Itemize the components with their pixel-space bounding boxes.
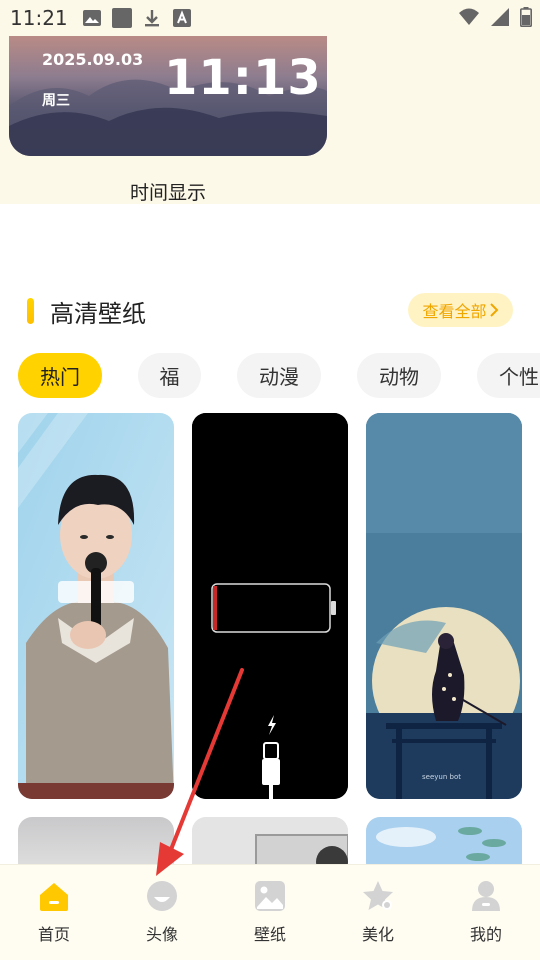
home-icon: [40, 883, 68, 911]
wallpaper-icon: [255, 881, 285, 911]
widget-weekday: 周三: [42, 93, 70, 109]
square-icon: [112, 8, 132, 28]
section-title: 高清壁纸: [50, 300, 146, 328]
battery-icon: [520, 7, 532, 27]
signal-icon: [491, 8, 509, 26]
widget-date: 2025.09.03: [42, 50, 144, 69]
widget-time: 11:13: [164, 50, 322, 106]
notification-icons: [82, 8, 192, 28]
status-bar: 11:21: [0, 0, 540, 36]
tab-animals[interactable]: 动物: [357, 353, 441, 398]
tab-personal[interactable]: 个性: [477, 353, 540, 398]
star-icon: [363, 881, 393, 910]
svg-text:seeyun bot: seeyun bot: [422, 773, 461, 781]
view-all-button[interactable]: 查看全部: [408, 293, 513, 327]
widget-area: 2025.09.03 周三 11:13 时间显示: [0, 36, 540, 204]
nav-beautify[interactable]: 美化: [338, 879, 418, 945]
widget-label[interactable]: 时间显示: [9, 178, 327, 205]
bottom-navigation: 首页 头像 壁纸 美化 我的: [0, 864, 540, 960]
nav-home-label: 首页: [37, 925, 70, 944]
wallpaper-card-3[interactable]: seeyun bot: [366, 413, 522, 799]
nav-mine[interactable]: 我的: [446, 879, 526, 945]
nav-avatar[interactable]: 头像: [122, 879, 202, 945]
tab-hot[interactable]: 热门: [18, 353, 102, 398]
nav-wallpaper-label: 壁纸: [253, 925, 286, 944]
view-all-label: 查看全部: [422, 302, 487, 321]
wallpaper-image-3: seeyun bot: [366, 413, 522, 799]
wallpaper-section-header: 高清壁纸 查看全部: [0, 290, 540, 334]
tab-anime[interactable]: 动漫: [237, 353, 321, 398]
download-icon: [145, 10, 159, 27]
avatar-icon: [147, 881, 177, 911]
clock-widget-preview[interactable]: 2025.09.03 周三 11:13: [9, 36, 327, 156]
status-time: 11:21: [10, 6, 68, 30]
nav-avatar-label: 头像: [145, 925, 178, 944]
wallpaper-card-2[interactable]: [192, 413, 348, 799]
wallpaper-image-2: [192, 413, 348, 799]
category-tabs: 热门 福 动漫 动物 个性: [0, 353, 540, 399]
nav-wallpaper[interactable]: 壁纸: [230, 879, 310, 945]
section-accent-bar: [27, 298, 34, 324]
chevron-right-icon: [489, 303, 498, 317]
wallpaper-image-1: [18, 413, 174, 799]
profile-icon: [472, 881, 500, 911]
nav-mine-label: 我的: [469, 925, 502, 944]
wifi-icon: [459, 8, 479, 25]
system-icons: [458, 7, 532, 27]
image-icon: [83, 10, 101, 26]
text-a-icon: [173, 9, 191, 27]
wallpaper-card-1[interactable]: [18, 413, 174, 799]
nav-home[interactable]: 首页: [14, 879, 94, 945]
tab-fu[interactable]: 福: [138, 353, 201, 398]
nav-beautify-label: 美化: [361, 925, 394, 944]
